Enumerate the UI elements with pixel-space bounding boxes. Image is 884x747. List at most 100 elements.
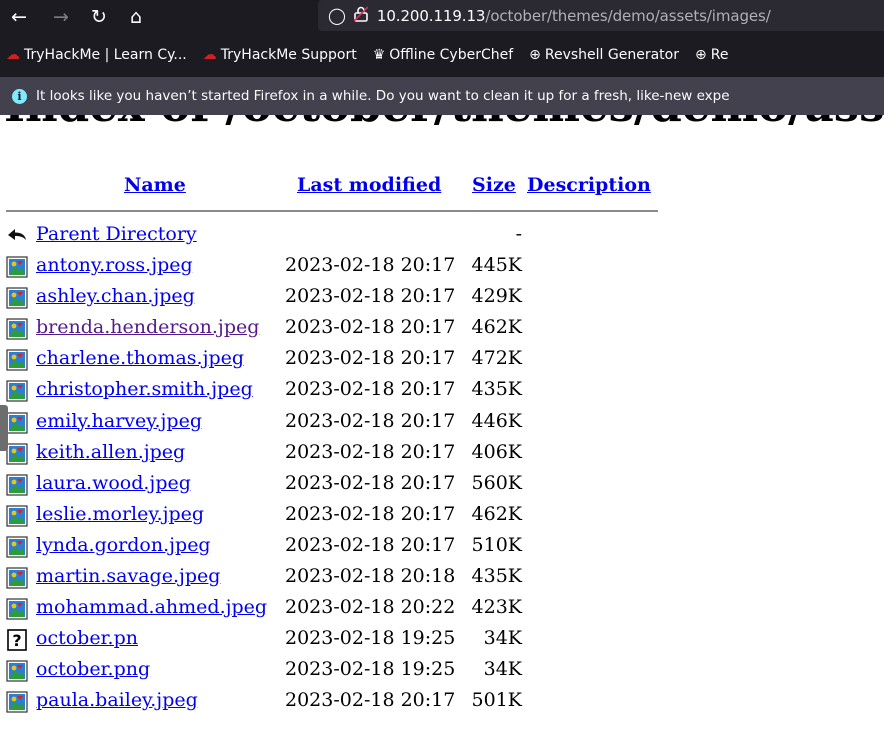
bookmark-item[interactable]: ⊕ Re xyxy=(695,47,728,63)
notification-text: It looks like you haven’t started Firefo… xyxy=(36,88,730,104)
arrow-left-icon: ← xyxy=(11,5,27,28)
file-size: 462K xyxy=(471,316,522,339)
file-link[interactable]: paula.bailey.jpeg xyxy=(36,689,198,711)
info-icon: i xyxy=(12,88,27,104)
table-row: brenda.henderson.jpeg 2023-02-18 20:17 462… xyxy=(6,313,658,344)
url-bar[interactable]: ◯ 10.200.119.13/october/themes/demo/asse… xyxy=(318,0,884,31)
file-size: 462K xyxy=(471,502,522,525)
file-modified-date: 2023-02-18 20:17 xyxy=(285,471,456,494)
parent-directory-link[interactable]: Parent Directory xyxy=(36,223,197,245)
image-file-icon xyxy=(6,598,28,620)
lock-svg xyxy=(353,5,369,22)
tryhackme-icon: ☁ xyxy=(6,47,20,63)
home-icon: ⌂ xyxy=(129,5,143,28)
file-link[interactable]: laura.wood.jpeg xyxy=(36,472,191,494)
cyberchef-icon: ♛ xyxy=(372,47,386,63)
image-file-icon xyxy=(6,411,28,434)
file-modified-date: 2023-02-18 20:17 xyxy=(285,316,456,339)
file-link[interactable]: antony.ross.jpeg xyxy=(36,254,193,276)
tracking-shield-icon[interactable]: ◯ xyxy=(328,6,346,25)
sort-by-name-link[interactable]: Name xyxy=(124,174,186,196)
reload-button[interactable]: ↻ xyxy=(84,0,114,33)
unknown-file-icon: ? xyxy=(7,629,27,652)
sort-by-size-link[interactable]: Size xyxy=(472,174,516,196)
url-host: 10.200.119.13 xyxy=(376,6,486,25)
forward-button[interactable]: → xyxy=(46,0,76,33)
directory-listing: Name Last modified Size Description Pare… xyxy=(6,170,658,718)
file-size: 34K xyxy=(483,658,522,681)
image-file-icon xyxy=(6,380,28,403)
table-row: mohammad.ahmed.jpeg 2023-02-18 20:22 423K xyxy=(6,593,658,624)
insecure-lock-icon[interactable] xyxy=(353,5,369,26)
file-link[interactable]: lynda.gordon.jpeg xyxy=(36,534,211,556)
image-file-icon xyxy=(6,318,28,340)
file-size: 406K xyxy=(471,440,522,463)
table-row: paula.bailey.jpeg 2023-02-18 20:17 501K xyxy=(6,686,658,717)
file-modified-date: 2023-02-18 19:25 xyxy=(285,658,456,681)
image-file-icon xyxy=(6,505,28,527)
file-size: 435K xyxy=(471,378,522,401)
url-text[interactable]: 10.200.119.13/october/themes/demo/assets… xyxy=(377,7,771,25)
reload-icon: ↻ xyxy=(91,5,107,28)
file-list: antony.ross.jpeg 2023-02-18 20:17 445K ashl… xyxy=(6,251,658,717)
back-arrow-icon xyxy=(8,229,26,240)
file-link[interactable]: ashley.chan.jpeg xyxy=(36,285,195,307)
bookmark-item[interactable]: ⊕ Revshell Generator xyxy=(529,47,679,63)
table-row: ashley.chan.jpeg 2023-02-18 20:17 429K xyxy=(6,282,658,313)
table-row: emily.harvey.jpeg 2023-02-18 20:17 446K xyxy=(6,407,658,438)
file-link[interactable]: martin.savage.jpeg xyxy=(36,565,220,587)
bookmark-label: TryHackMe Support xyxy=(220,47,357,63)
notification-bar: i It looks like you haven’t started Fire… xyxy=(0,77,884,115)
file-link[interactable]: october.pn xyxy=(36,627,138,649)
file-link[interactable]: emily.harvey.jpeg xyxy=(36,410,202,432)
bookmark-label: Re xyxy=(710,47,729,63)
image-file-icon xyxy=(6,349,28,371)
bookmark-item[interactable]: ☁ TryHackMe | Learn Cy... xyxy=(6,47,187,63)
table-row: leslie.morley.jpeg 2023-02-18 20:17 462K xyxy=(6,500,658,531)
file-link[interactable]: christopher.smith.jpeg xyxy=(36,378,253,400)
table-row: october.png 2023-02-18 19:25 34K xyxy=(6,655,658,686)
tryhackme-icon: ☁ xyxy=(202,47,217,63)
file-size: 429K xyxy=(471,285,522,308)
sort-by-description-link[interactable]: Description xyxy=(527,174,651,196)
file-size: 435K xyxy=(471,565,522,588)
bookmark-label: Revshell Generator xyxy=(544,47,679,63)
header-divider xyxy=(6,210,658,212)
file-link[interactable]: mohammad.ahmed.jpeg xyxy=(36,596,267,618)
image-file-icon xyxy=(6,660,28,682)
file-link[interactable]: october.png xyxy=(36,658,150,680)
file-modified-date: 2023-02-18 20:17 xyxy=(285,285,456,308)
sidebar-handle[interactable] xyxy=(0,405,8,451)
file-link[interactable]: keith.allen.jpeg xyxy=(36,441,185,463)
image-file-icon xyxy=(6,256,28,278)
bookmark-item[interactable]: ♛ Offline CyberChef xyxy=(373,47,513,63)
file-modified-date: 2023-02-18 20:18 xyxy=(285,565,456,588)
sort-by-last-modified-link[interactable]: Last modified xyxy=(297,174,441,196)
file-modified-date: 2023-02-18 20:17 xyxy=(285,689,456,712)
file-link[interactable]: brenda.henderson.jpeg xyxy=(36,316,259,338)
browser-toolbar: ← → ↻ ⌂ ◯ 10.200.119.13/october/themes/d… xyxy=(0,0,884,33)
file-modified-date: 2023-02-18 20:17 xyxy=(285,378,456,401)
file-modified-date: 2023-02-18 20:17 xyxy=(285,347,456,370)
file-size: 423K xyxy=(471,596,522,619)
table-row: antony.ross.jpeg 2023-02-18 20:17 445K xyxy=(6,251,658,282)
file-size: 510K xyxy=(471,533,522,556)
home-button[interactable]: ⌂ xyxy=(121,0,151,33)
file-modified-date: 2023-02-18 20:22 xyxy=(285,596,456,619)
listing-header: Name Last modified Size Description xyxy=(6,170,658,206)
image-file-icon xyxy=(6,567,28,589)
page-content: Index of /october/themes/demo/assets/ima… xyxy=(0,115,884,747)
table-row: christopher.smith.jpeg 2023-02-18 20:17 43… xyxy=(6,375,658,406)
parent-directory-row: Parent Directory - xyxy=(6,220,658,251)
globe-icon: ⊕ xyxy=(529,47,541,63)
file-modified-date: 2023-02-18 19:25 xyxy=(285,627,456,650)
file-size: - xyxy=(515,223,522,245)
table-row: martin.savage.jpeg 2023-02-18 20:18 435K xyxy=(6,562,658,593)
image-file-icon xyxy=(6,474,28,496)
file-size: 560K xyxy=(471,471,522,494)
bookmark-item[interactable]: ☁ TryHackMe Support xyxy=(203,47,357,63)
file-modified-date: 2023-02-18 20:17 xyxy=(285,409,456,432)
back-button[interactable]: ← xyxy=(4,0,34,33)
file-link[interactable]: leslie.morley.jpeg xyxy=(36,503,204,525)
file-link[interactable]: charlene.thomas.jpeg xyxy=(36,347,244,369)
